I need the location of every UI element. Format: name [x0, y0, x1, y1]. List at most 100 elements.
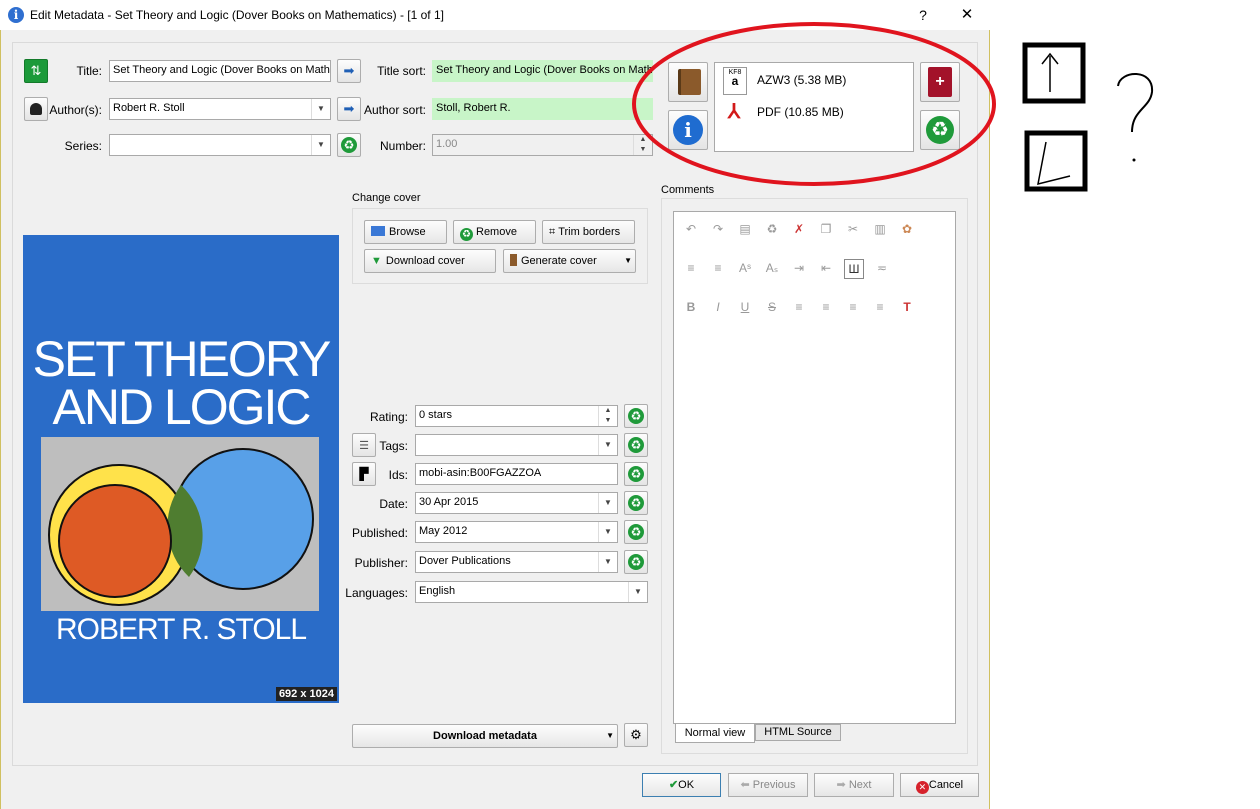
- chevron-down-icon[interactable]: ▼: [598, 522, 617, 542]
- download-metadata-label: Download metadata: [433, 730, 537, 742]
- recycle-icon: ♻: [628, 495, 644, 511]
- chevron-down-icon[interactable]: ▼: [628, 582, 647, 602]
- align-right-icon[interactable]: ≡: [844, 298, 862, 316]
- trim-borders-button[interactable]: ⌗ Trim borders: [542, 220, 635, 244]
- bold-icon[interactable]: B: [682, 298, 700, 316]
- trim-label: Trim borders: [558, 226, 621, 238]
- paste-icon[interactable]: ▥: [871, 220, 889, 238]
- spin-arrows-icon[interactable]: ▲ ▼: [598, 406, 617, 426]
- checkmark-icon: ✔: [668, 779, 679, 791]
- italic-icon[interactable]: I: [709, 298, 727, 316]
- comments-editor[interactable]: ↶ ↷ ▤ ♻ ✗ ❐ ✂ ▥ ✿ ≡ ≡ Aˢ Aₛ ⇥ ⇤ Ш ≂ B I …: [673, 211, 956, 724]
- align-justify-icon[interactable]: ≡: [871, 298, 889, 316]
- align-left-icon[interactable]: ≡: [790, 298, 808, 316]
- chevron-down-icon[interactable]: ▼: [598, 493, 617, 513]
- browse-cover-button[interactable]: Browse: [364, 220, 447, 244]
- tab-html-source[interactable]: HTML Source: [755, 724, 841, 741]
- date-value: 30 Apr 2015: [419, 496, 479, 508]
- superscript-icon[interactable]: Aˢ: [736, 259, 754, 277]
- publisher-combobox[interactable]: Dover Publications ▼: [415, 551, 618, 573]
- manage-authors-button[interactable]: [24, 97, 48, 121]
- chevron-down-icon[interactable]: ▼: [598, 552, 617, 572]
- underline-icon[interactable]: U: [736, 298, 754, 316]
- languages-value: English: [419, 585, 456, 597]
- edit-tags-button[interactable]: ☰: [352, 433, 376, 457]
- ok-button[interactable]: ✔OK: [642, 773, 721, 797]
- generate-cover-button[interactable]: Generate cover ▼: [503, 249, 636, 273]
- series-combobox[interactable]: ▼: [109, 134, 331, 156]
- clear-icon[interactable]: ♻: [763, 220, 781, 238]
- select-all-icon[interactable]: ▤: [736, 220, 754, 238]
- clear-published-button[interactable]: ♻: [624, 520, 648, 544]
- chevron-down-icon[interactable]: ▼: [598, 435, 617, 455]
- remove-cover-button[interactable]: ♻ Remove: [453, 220, 536, 244]
- browse-label: Browse: [389, 226, 426, 238]
- clear-rating-button[interactable]: ♻: [624, 404, 648, 428]
- swap-icon: ⇅: [30, 63, 42, 78]
- tags-combobox[interactable]: ▼: [415, 434, 618, 456]
- clear-series-button[interactable]: ♻: [337, 133, 361, 157]
- languages-combobox[interactable]: English ▼: [415, 581, 648, 603]
- block-style-icon[interactable]: Ш: [844, 259, 864, 279]
- unordered-list-icon[interactable]: ≡: [709, 259, 727, 277]
- arrow-right-icon: ➡: [343, 63, 355, 78]
- download-metadata-button[interactable]: Download metadata ▼: [352, 724, 618, 748]
- annotation-ellipse: [632, 22, 996, 186]
- edit-ids-button[interactable]: ▛: [352, 462, 376, 486]
- cancel-button[interactable]: ✕ Cancel: [900, 773, 979, 797]
- copy-title-sort-button[interactable]: ➡: [337, 59, 361, 83]
- clear-ids-button[interactable]: ♻: [624, 462, 648, 486]
- author-sort-input[interactable]: Stoll, Robert R.: [432, 98, 653, 120]
- next-button[interactable]: ➡ Next: [814, 773, 894, 797]
- cover-image[interactable]: SET THEORY AND LOGIC ROBERT R. STOLL 692…: [23, 235, 339, 703]
- trim-icon: ⌗: [549, 226, 556, 238]
- date-combobox[interactable]: 30 Apr 2015 ▼: [415, 492, 618, 514]
- series-label: Series:: [64, 139, 102, 153]
- rating-spinbox[interactable]: 0 stars ▲ ▼: [415, 405, 618, 427]
- chevron-down-icon[interactable]: ▼: [311, 99, 330, 119]
- cover-title: SET THEORY AND LOGIC: [23, 334, 339, 432]
- download-cover-button[interactable]: ▼ Download cover: [364, 249, 496, 273]
- previous-button[interactable]: ⬅ Previous: [728, 773, 808, 797]
- redo-icon[interactable]: ↷: [709, 220, 727, 238]
- series-number-spinbox[interactable]: 1.00 ▲ ▼: [432, 134, 653, 156]
- ids-input[interactable]: mobi-asin:B00FGAZZOA: [415, 463, 618, 485]
- metadata-settings-button[interactable]: ⚙: [624, 723, 648, 747]
- clear-tags-button[interactable]: ♻: [624, 433, 648, 457]
- remove-format-icon[interactable]: ✗: [790, 220, 808, 238]
- tab-normal-view[interactable]: Normal view: [675, 724, 755, 743]
- horizontal-rule-icon[interactable]: ≂: [873, 259, 891, 277]
- title-sort-input[interactable]: Set Theory and Logic (Dover Books on Mat…: [432, 60, 653, 82]
- strikethrough-icon[interactable]: S: [763, 298, 781, 316]
- chevron-down-icon[interactable]: ▼: [624, 250, 632, 272]
- clear-date-button[interactable]: ♻: [624, 491, 648, 515]
- copy-author-sort-button[interactable]: ➡: [337, 97, 361, 121]
- number-value: 1.00: [436, 138, 458, 150]
- subscript-icon[interactable]: Aₛ: [763, 259, 781, 277]
- clear-publisher-button[interactable]: ♻: [624, 550, 648, 574]
- venn-diagram: [41, 437, 319, 611]
- align-center-icon[interactable]: ≡: [817, 298, 835, 316]
- swap-title-author-button[interactable]: ⇅: [24, 59, 48, 83]
- arrow-right-icon: ➡: [343, 101, 355, 116]
- cover-dimensions: 692 x 1024: [275, 687, 337, 701]
- languages-label: Languages:: [345, 586, 408, 600]
- undo-icon[interactable]: ↶: [682, 220, 700, 238]
- title-input[interactable]: Set Theory and Logic (Dover Books on Mat…: [109, 60, 331, 82]
- cancel-icon: ✕: [915, 781, 929, 794]
- chevron-down-icon[interactable]: ▼: [606, 725, 614, 747]
- indent-icon[interactable]: ⇥: [790, 259, 808, 277]
- published-combobox[interactable]: May 2012 ▼: [415, 521, 618, 543]
- download-arrow-icon: ▼: [371, 255, 382, 267]
- chevron-down-icon[interactable]: ▼: [311, 135, 330, 155]
- recycle-icon: ♻: [628, 524, 644, 540]
- text-color-icon[interactable]: T: [898, 298, 916, 316]
- floppy-icon: [371, 226, 385, 236]
- ordered-list-icon[interactable]: ≡: [682, 259, 700, 277]
- outdent-icon[interactable]: ⇤: [817, 259, 835, 277]
- color-icon[interactable]: ✿: [898, 220, 916, 238]
- cut-icon[interactable]: ✂: [844, 220, 862, 238]
- copy-icon[interactable]: ❐: [817, 220, 835, 238]
- change-cover-label: Change cover: [352, 192, 421, 204]
- authors-combobox[interactable]: Robert R. Stoll ▼: [109, 98, 331, 120]
